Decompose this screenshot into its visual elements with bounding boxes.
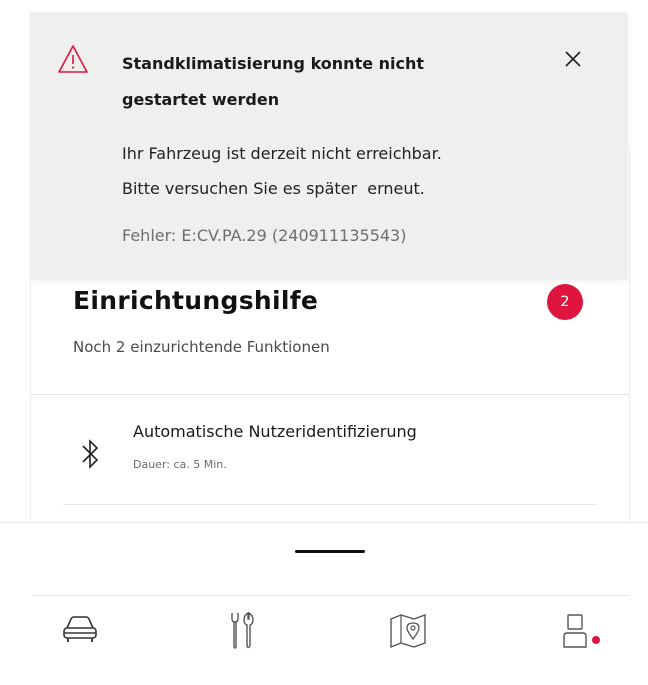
close-button[interactable] <box>560 46 586 72</box>
map-icon <box>380 609 436 653</box>
user-icon <box>552 609 608 653</box>
tab-profile[interactable] <box>552 609 608 659</box>
setup-item-duration: Dauer: ca. 5 Min. <box>133 458 227 471</box>
setup-item-title: Automatische Nutzeridentifizierung <box>133 422 417 441</box>
notification-message: Ihr Fahrzeug ist derzeit nicht erreichba… <box>122 136 602 206</box>
notification-error-code: Fehler: E:CV.PA.29 (240911135543) <box>122 226 407 245</box>
drag-handle[interactable] <box>295 550 365 553</box>
setup-item-user-identification[interactable]: Automatische Nutzeridentifizierung Dauer… <box>31 408 629 506</box>
close-icon <box>560 51 586 76</box>
bluetooth-icon <box>79 434 103 474</box>
car-icon <box>52 609 108 649</box>
setup-help-subtitle: Noch 2 einzurichtende Funktionen <box>73 338 330 356</box>
setup-help-title: Einrichtungshilfe <box>73 286 319 315</box>
tab-services[interactable] <box>214 609 270 659</box>
tools-icon <box>214 609 270 653</box>
notification-title: Standklimatisierung konnte nicht gestart… <box>122 54 425 109</box>
error-notification: Standklimatisierung konnte nicht gestart… <box>30 12 628 280</box>
notification-message-line1: Ihr Fahrzeug ist derzeit nicht erreichba… <box>122 144 442 163</box>
divider <box>31 394 629 395</box>
warning-triangle-icon <box>57 44 89 74</box>
notification-dot <box>592 636 600 644</box>
notification-message-line2: Bitte versuchen Sie es später erneut. <box>122 179 425 198</box>
bottom-sheet <box>0 522 648 685</box>
tab-map[interactable] <box>380 609 436 659</box>
divider <box>32 595 628 596</box>
setup-help-header[interactable]: Einrichtungshilfe 2 Noch 2 einzurichtend… <box>31 280 629 394</box>
pending-count-badge: 2 <box>547 284 583 320</box>
divider <box>63 504 597 505</box>
tab-vehicle[interactable] <box>52 609 108 659</box>
app-screen: Einrichtungshilfe 2 Noch 2 einzurichtend… <box>0 0 648 685</box>
